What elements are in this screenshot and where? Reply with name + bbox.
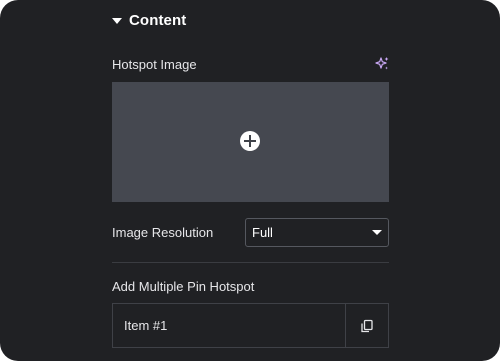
repeater-item: Item #1 xyxy=(112,303,389,348)
image-resolution-value: Full xyxy=(252,225,273,240)
plus-circle-icon[interactable] xyxy=(240,131,260,151)
sparkle-icon[interactable] xyxy=(374,56,390,72)
section-title: Content xyxy=(129,11,187,29)
chevron-down-icon xyxy=(372,230,382,235)
repeater-item-title[interactable]: Item #1 xyxy=(113,304,345,347)
duplicate-button[interactable] xyxy=(345,304,388,347)
image-resolution-select[interactable]: Full xyxy=(245,218,389,247)
caret-down-icon xyxy=(112,17,122,24)
duplicate-icon xyxy=(361,319,373,332)
image-resolution-label: Image Resolution xyxy=(112,225,214,240)
editor-panel: Content Hotspot Image Image Resolution F… xyxy=(0,0,500,361)
hotspot-image-dropzone[interactable] xyxy=(112,82,389,202)
hotspot-image-label: Hotspot Image xyxy=(112,57,197,72)
content-section-toggle[interactable]: Content xyxy=(112,8,186,32)
divider xyxy=(112,262,389,263)
pin-hotspot-label: Add Multiple Pin Hotspot xyxy=(112,279,255,294)
